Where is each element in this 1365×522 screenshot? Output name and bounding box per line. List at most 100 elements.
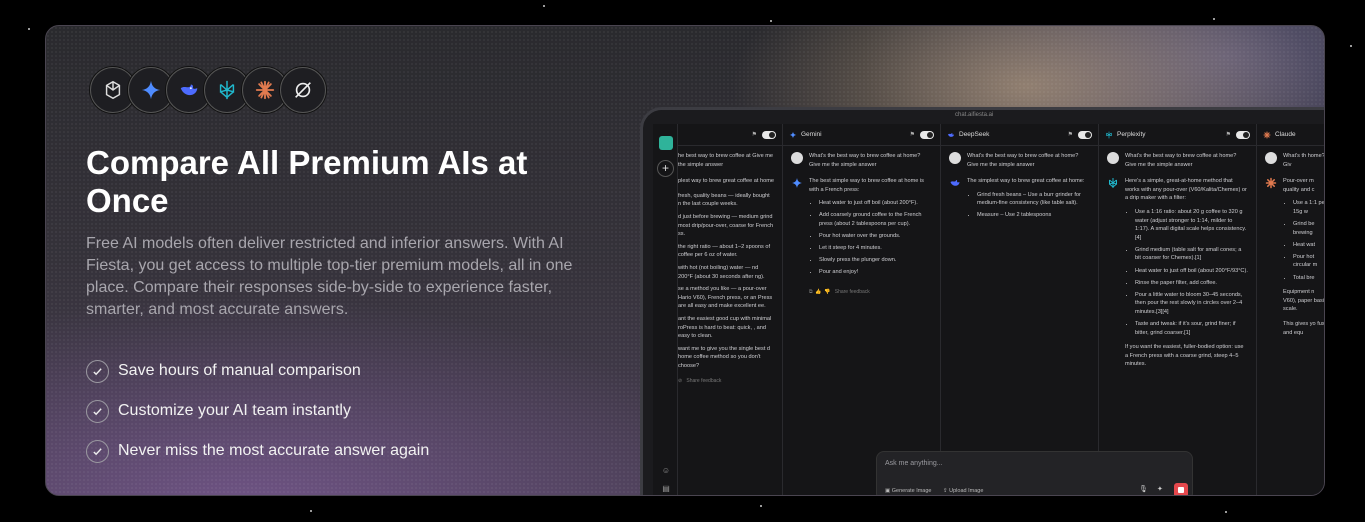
column-header: Claude (1257, 124, 1324, 146)
answer-item: Pour a little water to bloom 30–45 secon… (1135, 291, 1248, 317)
model-name: Perplexity (1117, 131, 1146, 138)
question-text: he best way to brew coffee at Give me th… (678, 153, 774, 168)
model-name: Claude (1275, 131, 1296, 138)
url-text: chat.aifiesta.ai (955, 112, 994, 118)
answer-intro: The simplest way to brew great coffee at… (967, 178, 1085, 185)
user-question: What's the best way to brew coffee at ho… (791, 152, 932, 169)
stop-button[interactable] (1174, 483, 1188, 495)
answer-outro: This gives yo fuss and equ (1283, 320, 1325, 336)
star (760, 505, 762, 507)
answer-item: Use a 1:1 per 15g w (1293, 199, 1324, 216)
answer-outro: If you want the easiest, fuller-bodied o… (1125, 344, 1244, 368)
column-body: What's th home? Giv Pour-over m quality … (1257, 146, 1325, 343)
grok-icon (280, 67, 326, 113)
feature-item: Never miss the most accurate answer agai… (86, 431, 429, 471)
answer-intro: The best simple way to brew coffee at ho… (809, 178, 924, 193)
answer-item: Measure – Use 2 tablespoons (977, 211, 1090, 220)
answer-intro: Pour-over m quality and c (1283, 178, 1315, 193)
model-column-perplexity: Perplexity ⚑ What's the best way to brew… (1099, 124, 1257, 495)
answer-intro: plest way to brew great coffee at home (678, 178, 774, 185)
answer-item: Use a 1:16 ratio: about 20 g coffee to 3… (1135, 208, 1248, 242)
feature-item: Save hours of manual comparison (86, 351, 429, 391)
answer-outro: want me to give you the single best d ho… (678, 345, 771, 369)
model-toggle[interactable] (762, 130, 776, 139)
app-mockup: chat.aifiesta.ai + ☺ ▤ ⚑ he best way to … (640, 107, 1325, 495)
claude-icon (1263, 131, 1271, 138)
check-icon (86, 359, 109, 383)
answer-item: Grind be brewing (1293, 220, 1324, 237)
model-answer: Here's a simple, great-at-home method th… (1107, 177, 1248, 369)
generate-image-button[interactable]: ▣ Generate Image (885, 488, 931, 494)
star (543, 5, 545, 7)
flag-icon[interactable]: ⚑ (1068, 131, 1073, 138)
answer-text: plest way to brew great coffee at home f… (678, 177, 774, 370)
user-question: What's th home? Giv (1265, 152, 1325, 169)
answer-actions: ⊘ Share feedback (678, 378, 722, 385)
model-answer: Pour-over m quality and c Use a 1:1 per … (1265, 177, 1325, 337)
answer-item: with hot (not boiling) water — nd 200°F … (678, 264, 765, 280)
star (770, 20, 772, 22)
answer-item: Heat wat (1293, 241, 1324, 250)
share-feedback-link[interactable]: Share feedback (686, 378, 721, 384)
feature-text: Customize your AI team instantly (118, 402, 351, 419)
flag-icon[interactable]: ⚑ (1226, 131, 1231, 138)
answer-intro: Here's a simple, great-at-home method th… (1125, 178, 1247, 202)
message-input[interactable]: Ask me anything... (885, 460, 943, 467)
gemini-icon (789, 131, 797, 138)
hero-description: Free AI models often deliver restricted … (86, 235, 573, 318)
model-toggle[interactable] (1236, 130, 1250, 139)
left-rail: + ☺ ▤ (653, 124, 678, 495)
answer-item: Pour and enjoy! (819, 268, 932, 277)
model-name: DeepSeek (959, 131, 990, 138)
answer-list: Heat water to just off boil (about 200°F… (809, 199, 932, 277)
star (28, 28, 30, 30)
answer-item: Total bre (1293, 274, 1324, 283)
avatar (1265, 152, 1277, 164)
flag-icon[interactable]: ⚑ (752, 131, 757, 138)
sidebar-icon[interactable]: ▤ (661, 484, 671, 494)
star (310, 510, 312, 512)
feature-item: Customize your AI team instantly (86, 391, 429, 431)
browser-bar: chat.aifiesta.ai (643, 110, 1324, 124)
upload-image-button[interactable]: ⇪ Upload Image (943, 488, 983, 494)
column-header: ⚑ (678, 124, 782, 146)
star (1225, 511, 1227, 513)
user-icon[interactable]: ☺ (661, 466, 671, 476)
model-column-claude: Claude What's th home? Giv Pour-over m q… (1257, 124, 1325, 495)
microphone-icon[interactable]: 🎙 (1139, 485, 1148, 493)
answer-item: Let it steep for 4 minutes. (819, 244, 932, 253)
answer-item: Heat water to just off boil (about 200°F… (1135, 267, 1248, 276)
answer-item: Slowly press the plunger down. (819, 256, 932, 265)
column-header: Perplexity ⚑ (1099, 124, 1256, 146)
avatar (1107, 152, 1119, 164)
share-feedback-link[interactable]: Share feedback (835, 289, 870, 295)
question-text: What's th home? Giv (1283, 153, 1325, 168)
feature-list: Save hours of manual comparison Customiz… (86, 351, 429, 471)
question-text: What's the best way to brew coffee at ho… (967, 153, 1079, 168)
answer-outro: ant the easiest good cup with minimal ro… (678, 315, 772, 340)
answer-list: Grind fresh beans – Use a burr grinder f… (967, 191, 1090, 220)
answer-list: Use a 1:16 ratio: about 20 g coffee to 3… (1125, 208, 1248, 337)
answer-item: Grind fresh beans – Use a burr grinder f… (977, 191, 1090, 208)
column-body: What's the best way to brew coffee at ho… (783, 146, 940, 302)
star (1350, 45, 1352, 47)
answer-item: Pour hot water over the grounds. (819, 232, 932, 241)
check-icon (86, 439, 109, 463)
model-columns: ⚑ he best way to brew coffee at Give me … (678, 124, 1325, 495)
avatar (791, 152, 803, 164)
answer-item: Heat water to just off boil (about 200°F… (819, 199, 932, 208)
new-chat-button[interactable]: + (657, 160, 674, 177)
answer-list: Use a 1:1 per 15g w Grind be brewing Hea… (1283, 199, 1324, 283)
answer-item: d just before brewing — medium grind mos… (678, 213, 774, 238)
model-name: Gemini (801, 131, 822, 138)
column-header: DeepSeek ⚑ (941, 124, 1098, 146)
model-toggle[interactable] (920, 130, 934, 139)
column-header: Gemini ⚑ (783, 124, 940, 146)
generate-image-label: Generate Image (891, 488, 932, 494)
flag-icon[interactable]: ⚑ (910, 131, 915, 138)
answer-list: fresh, quality beans — ideally bought n … (678, 192, 774, 311)
model-toggle[interactable] (1078, 130, 1092, 139)
feature-text: Save hours of manual comparison (118, 362, 361, 379)
model-answer: The best simple way to brew coffee at ho… (791, 177, 932, 280)
sparkle-icon[interactable]: ✦ (1157, 485, 1163, 493)
